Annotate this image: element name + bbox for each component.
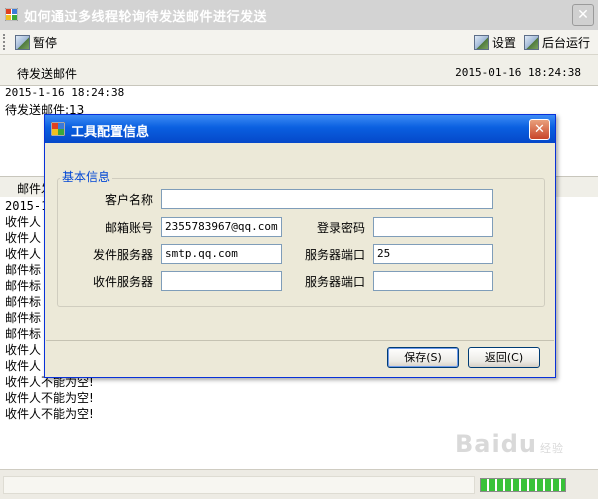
log-line: 邮件标: [5, 279, 42, 293]
back-button[interactable]: 返回(C): [468, 347, 540, 368]
dialog-title-bar[interactable]: 工具配置信息 ✕: [45, 115, 555, 143]
client-name-label: 客户名称: [104, 193, 153, 207]
watermark-text: Baidu: [455, 430, 537, 458]
app-icon: [5, 8, 18, 21]
app-icon: [51, 122, 65, 136]
pending-header-label: 待发送邮件: [17, 67, 78, 81]
status-field: [3, 476, 475, 494]
client-name-input[interactable]: [161, 189, 493, 209]
email-account-label: 邮箱账号: [104, 221, 153, 235]
status-bar: [0, 469, 598, 499]
pending-timestamp: 2015-01-16 18:24:38: [455, 66, 581, 79]
log-line: 邮件标: [5, 263, 42, 277]
email-account-input[interactable]: 2355783967@qq.com: [161, 217, 282, 237]
send-server-label: 发件服务器: [92, 248, 153, 262]
group-title: 基本信息: [60, 168, 113, 185]
send-port-input[interactable]: 25: [373, 244, 493, 264]
log-line: 收件人: [5, 231, 42, 245]
background-run-label: 后台运行: [542, 35, 591, 50]
pause-button[interactable]: 暂停: [15, 34, 57, 50]
log-line: 收件人: [5, 215, 42, 229]
background-run-button[interactable]: 后台运行: [524, 34, 590, 50]
recv-server-input[interactable]: [161, 271, 282, 291]
pending-line: 2015-1-16 18:24:38: [5, 86, 125, 99]
send-port-label: 服务器端口: [304, 248, 365, 262]
log-line: 邮件标: [5, 295, 42, 309]
toolbar: 暂停 设置 后台运行: [0, 30, 598, 55]
recv-server-label: 收件服务器: [92, 275, 153, 289]
window-title: 如何通过多线程轮询待发送邮件进行发送: [24, 10, 268, 25]
save-button[interactable]: 保存(S): [387, 347, 459, 368]
close-icon[interactable]: ✕: [529, 119, 550, 140]
login-password-label: 登录密码: [316, 221, 365, 235]
log-line: 邮件标: [5, 327, 42, 341]
progress-bar: [480, 478, 566, 492]
pending-header: 待发送邮件 2015-01-16 18:24:38: [0, 55, 598, 86]
send-server-input[interactable]: smtp.qq.com: [161, 244, 282, 264]
login-password-input[interactable]: [373, 217, 493, 237]
progress-fill: [481, 479, 565, 491]
picture-icon: [474, 34, 489, 50]
log-line: 邮件标: [5, 311, 42, 325]
log-line: 收件人: [5, 359, 42, 373]
log-line: 2015-1: [5, 199, 49, 213]
settings-button[interactable]: 设置: [474, 34, 516, 50]
dialog-title: 工具配置信息: [71, 125, 150, 140]
settings-label: 设置: [492, 35, 517, 50]
pause-label: 暂停: [33, 35, 58, 50]
log-line: 收件人: [5, 247, 42, 261]
main-title-bar: 如何通过多线程轮询待发送邮件进行发送 ✕: [0, 0, 598, 30]
baidu-watermark: Baidu 经验: [455, 430, 564, 458]
close-icon[interactable]: ✕: [572, 4, 594, 26]
dialog-separator: [46, 340, 554, 341]
picture-icon: [15, 34, 30, 50]
log-line: 收件人不能为空!: [5, 391, 94, 405]
log-line: 收件人: [5, 343, 42, 357]
recv-port-input[interactable]: [373, 271, 493, 291]
watermark-sub: 经验: [539, 442, 564, 455]
log-line: 收件人不能为空!: [5, 407, 94, 421]
picture-icon: [524, 34, 539, 50]
recv-port-label: 服务器端口: [304, 275, 365, 289]
toolbar-grip[interactable]: [3, 34, 8, 50]
config-dialog: 工具配置信息 ✕ 基本信息 客户名称 邮箱账号 2355783967@qq.co…: [44, 114, 556, 378]
